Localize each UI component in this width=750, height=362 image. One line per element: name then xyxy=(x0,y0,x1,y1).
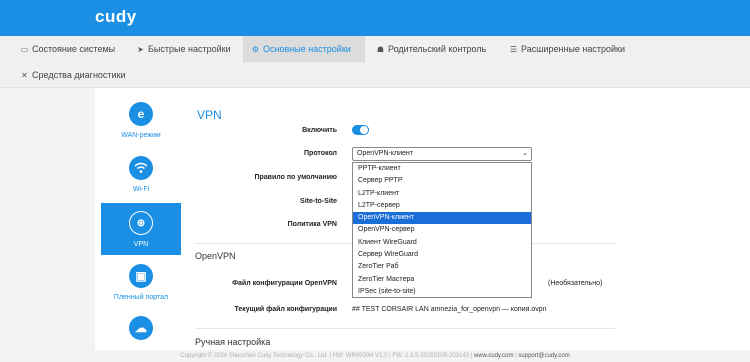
sidebar-item-label: WAN-режим xyxy=(121,132,161,139)
site-to-site-label: Site-to-Site xyxy=(300,198,337,205)
footer: Copyright © 2024 Shenzhen Cudy Technolog… xyxy=(0,350,750,362)
page-title: VPN xyxy=(197,108,222,122)
openvpn-section-title: OpenVPN xyxy=(195,251,236,261)
manual-section-title: Ручная настройка xyxy=(195,337,271,347)
main-nav: ▭ Состояние системы ➤ Быстрые настройки ⚙ О… xyxy=(0,36,750,88)
toggle-knob xyxy=(360,126,368,134)
protocol-option[interactable]: Сервер PPTP xyxy=(353,175,531,187)
protocol-label: Протокол xyxy=(304,150,337,157)
footer-separator: | xyxy=(329,353,331,359)
tab-basic-settings[interactable]: ⚙ Основные настройки xyxy=(243,36,365,62)
footer-website-link[interactable]: www.cudy.com xyxy=(474,353,514,359)
protocol-dropdown-list: PPTP-клиент Сервер PPTP L2TP-клиент L2TP… xyxy=(352,162,532,298)
protocol-option[interactable]: PPTP-клиент xyxy=(353,163,531,175)
sidebar-item-label: VPN xyxy=(133,241,149,248)
optional-note: (Необязательно) xyxy=(548,280,603,287)
tab-label: Родительский контроль xyxy=(388,44,487,54)
openvpn-config-file-label: Файл конфигурации OpenVPN xyxy=(232,280,337,287)
tab-label: Средства диагностики xyxy=(32,70,126,80)
sidebar-item-captive-portal[interactable]: ▣ Пленный портал xyxy=(101,264,181,304)
sidebar-item-vpn[interactable]: ⊕ VPN xyxy=(101,203,181,255)
sidebar-item-label: Пленный портал xyxy=(113,294,169,301)
cloud-upload-icon: ☁ xyxy=(129,316,153,340)
protocol-option[interactable]: L2TP-сервер xyxy=(353,200,531,212)
internet-explorer-icon: e xyxy=(129,102,153,126)
tab-label: Состояние системы xyxy=(32,44,116,54)
protocol-select[interactable]: OpenVPN-клиент ⌄ xyxy=(352,147,532,161)
portal-icon: ▣ xyxy=(129,264,153,288)
footer-hw: HW: WR6500H V1.0 xyxy=(332,353,388,359)
tools-icon: ✕ xyxy=(21,71,28,80)
protocol-option[interactable]: L2TP-клиент xyxy=(353,188,531,200)
sliders-icon: ☰ xyxy=(509,45,518,54)
tab-label: Основные настройки xyxy=(263,44,351,54)
sidebar-item-label: Wi-Fi xyxy=(132,186,150,193)
tab-quick-setup[interactable]: ➤ Быстрые настройки xyxy=(128,36,239,62)
desktop-icon: ▭ xyxy=(20,45,29,54)
tab-label: Расширенные настройки xyxy=(521,44,625,54)
tab-parental-control[interactable]: ☗ Родительский контроль xyxy=(368,36,494,62)
footer-fw: FW: 2.3.5-20250108-203143 xyxy=(392,353,470,359)
sidebar-item-wan[interactable]: e WAN-режим xyxy=(101,102,181,148)
enable-toggle[interactable] xyxy=(352,125,369,135)
footer-email-link[interactable]: support@cudy.com xyxy=(518,353,569,359)
tab-system-status[interactable]: ▭ Состояние системы xyxy=(12,36,123,62)
tab-label: Быстрые настройки xyxy=(148,44,231,54)
family-icon: ☗ xyxy=(376,45,385,54)
sidebar: e WAN-режим Wi-Fi ⊕ VPN ▣ Пленный портал… xyxy=(95,88,185,350)
footer-copyright: Copyright © 2024 Shenzhen Cudy Technolog… xyxy=(180,353,328,359)
rocket-icon: ➤ xyxy=(137,45,144,54)
protocol-option[interactable]: Клиент WireGuard xyxy=(353,237,531,249)
footer-separator: | xyxy=(470,353,473,359)
top-bar: cudy xyxy=(0,0,750,36)
tab-diagnostics[interactable]: ✕ Средства диагностики xyxy=(12,62,134,88)
protocol-option[interactable]: OpenVPN-сервер xyxy=(353,224,531,236)
current-config-file-label: Текущий файл конфигурации xyxy=(234,306,337,313)
default-rule-label: Правило по умолчанию xyxy=(254,174,337,181)
protocol-select-value: OpenVPN-клиент xyxy=(357,150,413,157)
protocol-option[interactable]: Сервер WireGuard xyxy=(353,249,531,261)
protocol-option[interactable]: ZeroTier Раб xyxy=(353,261,531,273)
brand-logo[interactable]: cudy xyxy=(95,7,137,27)
protocol-option[interactable]: IPSec (site-to-site) xyxy=(353,286,531,298)
tab-advanced-settings[interactable]: ☰ Расширенные настройки xyxy=(501,36,633,62)
footer-separator: | xyxy=(515,353,517,359)
gear-icon: ⚙ xyxy=(251,45,260,54)
footer-separator: | xyxy=(389,353,391,359)
wifi-icon xyxy=(129,156,153,180)
chevron-down-icon: ⌄ xyxy=(522,150,528,157)
divider xyxy=(195,328,615,329)
protocol-option-selected[interactable]: OpenVPN-клиент xyxy=(353,212,531,225)
vpn-policy-label: Политика VPN xyxy=(287,221,337,228)
sidebar-item-wifi[interactable]: Wi-Fi xyxy=(101,156,181,196)
protocol-option[interactable]: ZeroTier Мастера xyxy=(353,274,531,286)
vpn-globe-icon: ⊕ xyxy=(129,211,153,235)
current-config-file-value: ## TEST CORSAIR LAN amnezia_for_openvpn … xyxy=(352,306,547,313)
enable-label: Включить xyxy=(302,127,337,134)
main-panel: VPN Включить Протокол OpenVPN-клиент ⌄ П… xyxy=(185,88,750,350)
sidebar-item-cloud[interactable]: ☁ xyxy=(101,316,181,346)
